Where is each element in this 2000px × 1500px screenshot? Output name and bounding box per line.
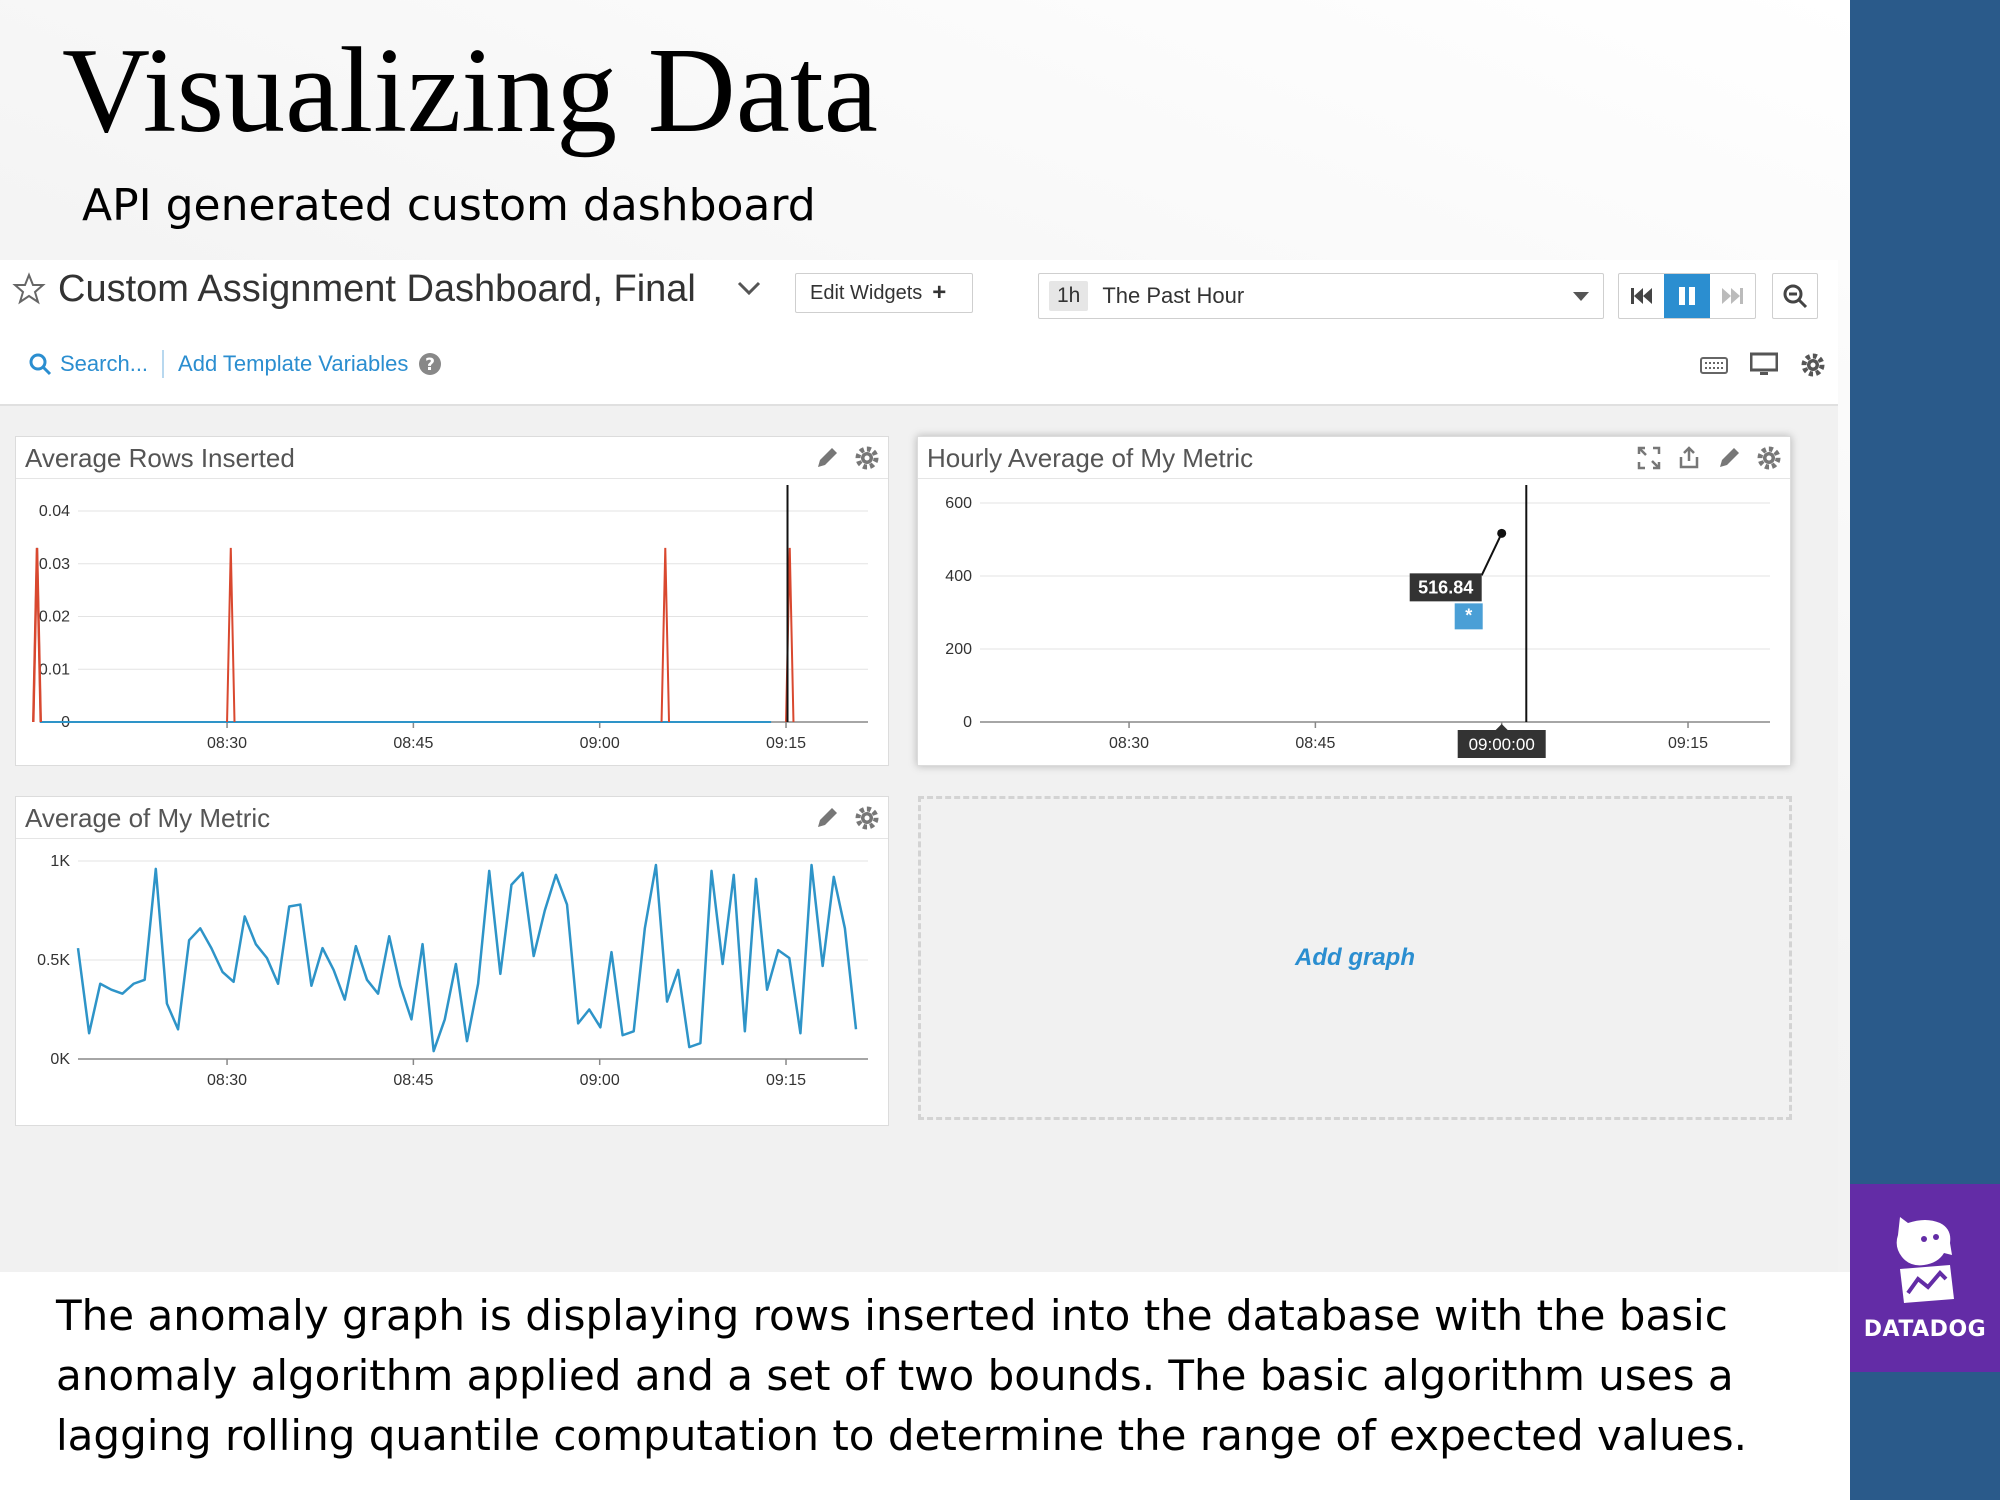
slide-caption: The anomaly graph is displaying rows ins… [56,1291,1747,1460]
dashboard-header: Custom Assignment Dashboard, Final Edit … [0,260,1838,406]
time-tooltip-arrow [1495,724,1508,730]
time-range-label: The Past Hour [1102,283,1245,308]
monitor-icon[interactable] [1750,352,1778,378]
help-icon[interactable]: ? [418,352,442,376]
pause-icon [1678,287,1695,305]
x-tick-label: 09:15 [766,1072,806,1089]
series-line [32,547,772,723]
dashboard-title[interactable]: Custom Assignment Dashboard, Final [58,264,696,314]
plus-icon: + [932,279,947,306]
zoom-out-icon [1783,284,1808,309]
rows-inserted-chart: 00.010.020.030.0408:30 08:45 09:00 09:15 [32,485,868,752]
search-icon[interactable] [28,352,52,376]
add-graph-placeholder[interactable]: Add graph [918,796,1792,1120]
pencil-icon[interactable] [814,445,840,471]
panel-header: Average Rows Inserted [16,437,888,479]
rewind-button[interactable] [1619,274,1664,318]
gear-icon[interactable] [1800,352,1826,378]
panel-header: Average of My Metric [16,797,888,839]
gear-icon[interactable] [854,805,880,831]
caret-down-icon [1573,292,1589,301]
zoom-out-button[interactable] [1772,273,1818,319]
anomaly-spike [226,547,236,723]
x-tick-label: 08:30 [207,1072,247,1089]
pencil-icon[interactable] [814,805,840,831]
panel-header: Hourly Average of My Metric [918,437,1790,479]
value-tooltip-text: 516.84 [1418,577,1473,597]
gear-icon[interactable] [854,445,880,471]
anomaly-spike [32,547,42,723]
add-template-variables-link[interactable]: Add Template Variables [178,351,408,377]
panel-title: Average of My Metric [25,803,271,833]
time-range-select[interactable]: 1h The Past Hour [1038,273,1604,319]
series-line [76,863,858,1053]
gear-icon[interactable] [1756,445,1782,471]
slide-title: Visualizing Data [62,23,878,158]
x-tick-label: 08:30 [207,735,247,752]
keyboard-icon[interactable] [1700,355,1728,375]
y-tick-label: 400 [945,568,972,585]
data-point [1497,528,1507,538]
panel-title: Average Rows Inserted [25,443,295,473]
x-tick-label: 08:45 [1295,735,1335,752]
panel-tools [1636,445,1782,471]
dashboard-filter-row: Search... Add Template Variables ? [28,350,442,378]
y-tick-label: 0.5K [37,952,70,969]
chevron-down-icon[interactable] [736,278,762,298]
datadog-dog-icon [1896,1217,1954,1303]
panel-tools [814,805,880,831]
svg-text:?: ? [425,355,435,375]
time-range-badge: 1h [1049,281,1089,311]
datadog-logo: DATADOG [1850,1184,2000,1372]
x-tick-label: 09:00 [580,735,620,752]
time-tooltip-text: 09:00:00 [1469,735,1535,754]
panel-title: Hourly Average of My Metric [927,443,1254,473]
anomaly-spike [660,547,671,723]
pause-button[interactable] [1664,274,1710,318]
x-tick-label: 08:45 [393,735,433,752]
y-tick-label: 0.01 [39,661,70,678]
panel-average-metric: Average of My Metric 0K 0.5K 1K 08:30 08:45 0… [15,796,889,1126]
series-marker-text: * [1465,605,1472,625]
slide-subtitle: API generated custom dashboard [82,180,816,231]
y-tick-label: 1K [50,853,70,870]
x-tick-label: 09:00 [580,1072,620,1089]
rewind-icon [1630,288,1652,304]
expand-icon[interactable] [1636,445,1662,471]
share-icon[interactable] [1676,445,1702,471]
y-tick-label: 200 [945,641,972,658]
x-tick-label: 09:15 [1668,735,1708,752]
datadog-logo-text: DATADOG [1863,1317,1987,1342]
dashboard-screenshot: Custom Assignment Dashboard, Final Edit … [0,260,1838,1272]
playback-controls [1618,273,1756,319]
search-link[interactable]: Search... [60,351,148,377]
tooltip-leader [1480,532,1503,576]
panel-hourly-average: Hourly Average of My Metric 0 200 400 60… [917,436,1791,766]
y-tick-label: 0K [50,1051,70,1068]
pencil-icon[interactable] [1716,445,1742,471]
x-tick-label: 08:45 [393,1072,433,1089]
y-tick-label: 0.02 [39,609,70,626]
y-tick-label: 0.04 [39,503,70,520]
dashboard-tools [1700,352,1826,378]
fast-forward-icon [1722,288,1744,304]
panel-average-rows-inserted: Average Rows Inserted 0 0.01 0.02 0.03 0.04 0… [15,436,889,766]
x-tick-label: 09:15 [766,735,806,752]
y-tick-label: 600 [945,495,972,512]
divider [162,350,165,378]
edit-widgets-button[interactable]: Edit Widgets + [795,273,973,313]
hourly-average-chart: 020040060008:3008:4509:0009:15516.84*09:… [945,485,1770,758]
add-graph-link[interactable]: Add graph [1295,944,1415,972]
average-metric-chart: 0K 0.5K 1K 08:30 08:45 09:00 09:15 [37,853,868,1089]
fast-forward-button[interactable] [1710,274,1755,318]
y-tick-label: 0 [963,714,972,731]
star-icon[interactable] [12,272,46,306]
edit-widgets-label: Edit Widgets [810,281,923,304]
x-tick-label: 08:30 [1109,735,1149,752]
panel-tools [814,445,880,471]
y-tick-label: 0.03 [39,556,70,573]
